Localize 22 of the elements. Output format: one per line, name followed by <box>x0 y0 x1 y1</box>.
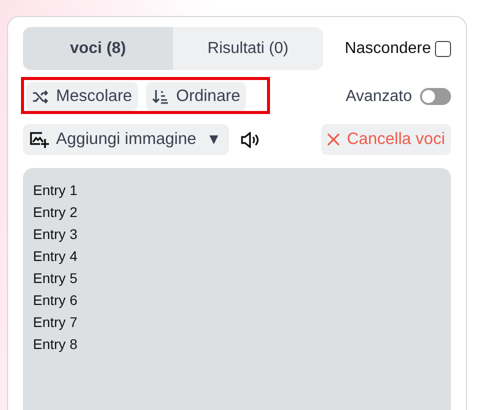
shuffle-icon <box>32 90 49 104</box>
entry-line: Entry 5 <box>33 269 78 288</box>
entry-line: Entry 1 <box>33 181 78 200</box>
tab[interactable]: voci (8) <box>23 27 173 70</box>
sort-icon <box>152 89 170 104</box>
entry-line: Entry 6 <box>33 291 78 310</box>
image-add-icon <box>29 130 49 148</box>
entry-line: Entry 8 <box>33 335 78 354</box>
entry-line: Entry 3 <box>33 225 78 244</box>
advanced-label: Avanzato <box>346 88 412 106</box>
speaker-icon[interactable] <box>240 132 260 148</box>
shuffle-button[interactable]: Mescolare <box>26 82 138 111</box>
entry-line: Entry 2 <box>33 203 78 222</box>
hide-label: Nascondere <box>344 40 431 58</box>
add-image-button[interactable]: Aggiungi immagine ▼ <box>23 124 230 155</box>
hide-checkbox[interactable] <box>435 40 451 56</box>
sort-button[interactable]: Ordinare <box>146 82 246 111</box>
advanced-toggle[interactable] <box>420 88 451 105</box>
entry-line: Entry 4 <box>33 247 78 266</box>
close-icon <box>326 133 340 146</box>
entry-line: Entry 7 <box>33 313 78 332</box>
entries-textarea[interactable]: Entry 1 Entry 2 Entry 3 Entry 4 Entry 5 Entry 6 Entry 7 Entry 8 <box>23 168 451 410</box>
